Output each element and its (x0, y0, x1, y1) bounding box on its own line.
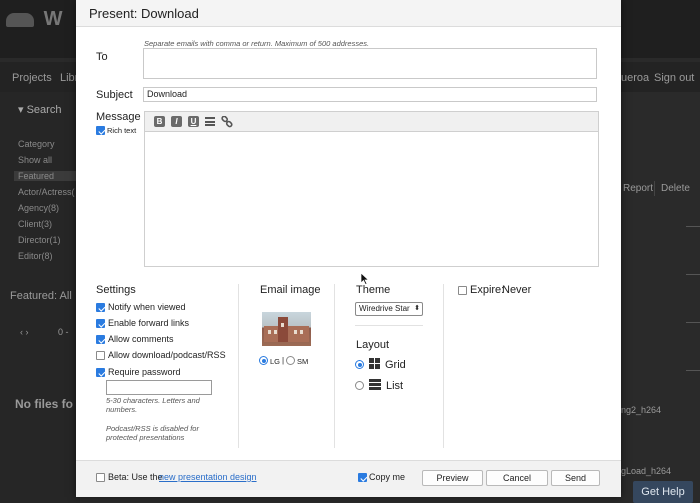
image-size-sm-radio[interactable] (286, 356, 295, 365)
modal-header: Present: Download (76, 0, 621, 27)
to-hint: Separate emails with comma or return. Ma… (144, 39, 370, 48)
email-image-thumbnail[interactable] (262, 312, 311, 346)
forward-links-checkbox[interactable] (96, 319, 105, 328)
image-size-separator: | (282, 356, 285, 365)
image-size-lg-radio[interactable] (259, 356, 268, 365)
layout-heading: Layout (356, 339, 390, 351)
settings-heading: Settings (96, 284, 136, 296)
category-client[interactable]: Client(3) (18, 219, 52, 229)
modal-title: Present: Download (89, 6, 199, 21)
section-divider (443, 284, 444, 448)
rich-text-checkbox[interactable] (96, 126, 105, 135)
image-size-sm-label: SM (297, 357, 309, 366)
row-divider (686, 322, 700, 323)
to-field[interactable] (143, 48, 597, 79)
copy-me-label: Copy me (369, 472, 406, 482)
theme-heading: Theme (356, 284, 391, 296)
editor-toolbar: B I U (144, 111, 599, 132)
row-divider (686, 226, 700, 227)
layout-list-label: List (386, 380, 404, 392)
layout-grid-radio[interactable] (355, 360, 364, 369)
notify-label: Notify when viewed (108, 302, 186, 312)
comments-label: Allow comments (108, 334, 174, 344)
get-help-button[interactable]: Get Help (633, 481, 693, 503)
theme-divider (355, 325, 423, 326)
grid-icon (369, 358, 380, 369)
no-files-message: No files fo (15, 397, 74, 411)
bold-button[interactable]: B (154, 116, 165, 127)
to-label: To (96, 51, 108, 63)
subject-label: Subject (96, 89, 133, 101)
theme-select[interactable]: Wiredrive Star ⬍ (355, 302, 423, 316)
list-icon (369, 379, 381, 390)
category-featured[interactable]: Featured (14, 171, 80, 181)
download-checkbox[interactable] (96, 351, 105, 360)
layout-grid-label: Grid (385, 359, 406, 371)
message-label: Message (96, 111, 141, 123)
cancel-button[interactable]: Cancel (486, 470, 548, 486)
section-divider (334, 284, 335, 448)
italic-button[interactable]: I (171, 116, 182, 127)
search-toggle[interactable]: ▾ Search (18, 103, 61, 116)
preview-button[interactable]: Preview (422, 470, 483, 486)
mouse-cursor-icon (360, 272, 370, 285)
pager-range: 0 - (58, 327, 69, 337)
expire-value: Never (502, 284, 532, 296)
subject-value: Download (147, 89, 188, 99)
copy-me-checkbox[interactable] (358, 473, 367, 482)
image-size-lg-label: LG (270, 357, 281, 366)
expire-label: Expire: (470, 284, 505, 296)
link-icon[interactable] (221, 115, 233, 128)
beta-text: Beta: Use the (108, 472, 163, 482)
new-design-link[interactable]: new presentation design (159, 472, 257, 482)
featured-heading: Featured: All (10, 290, 72, 302)
download-label: Allow download/podcast/RSS (108, 350, 226, 360)
section-divider (238, 284, 239, 448)
password-input[interactable] (106, 380, 212, 395)
send-button[interactable]: Send (551, 470, 600, 486)
present-modal: Present: Download To Separate emails wit… (76, 0, 621, 497)
notify-checkbox[interactable] (96, 303, 105, 312)
podcast-hint: Podcast/RSS is disabled for protected pr… (106, 424, 199, 442)
password-checkbox[interactable] (96, 368, 105, 377)
comments-checkbox[interactable] (96, 335, 105, 344)
category-actor[interactable]: Actor/Actress( (18, 187, 75, 197)
rich-text-label: Rich text (107, 126, 137, 135)
row-divider (686, 370, 700, 371)
file-name[interactable]: ng2_h264 (621, 405, 661, 415)
forward-links-label: Enable forward links (108, 318, 190, 328)
message-editor[interactable] (144, 132, 599, 267)
email-image-heading: Email image (260, 284, 321, 296)
beta-checkbox[interactable] (96, 473, 105, 482)
category-label: Category (18, 139, 55, 149)
layout-list-radio[interactable] (355, 381, 364, 390)
pager-arrows[interactable]: ‹ › (20, 327, 29, 337)
nav-user[interactable]: ueroa (621, 72, 649, 84)
row-divider (686, 274, 700, 275)
file-name[interactable]: gLoad_h264 (621, 466, 671, 476)
app-logo: W (6, 8, 76, 36)
report-button[interactable]: Report (616, 181, 659, 196)
list-icon[interactable] (205, 117, 215, 126)
subject-field[interactable]: Download (143, 87, 597, 102)
category-show-all[interactable]: Show all (18, 155, 52, 165)
category-editor[interactable]: Editor(8) (18, 251, 53, 261)
expire-checkbox[interactable] (458, 286, 467, 295)
password-hint: 5-30 characters. Letters and numbers. (106, 396, 200, 414)
password-label: Require password (108, 367, 181, 377)
underline-button[interactable]: U (188, 116, 199, 127)
select-arrows-icon: ⬍ (414, 305, 420, 312)
delete-button[interactable]: Delete (654, 181, 696, 196)
cloud-icon (6, 12, 34, 27)
category-director[interactable]: Director(1) (18, 235, 61, 245)
nav-projects[interactable]: Projects (12, 72, 52, 84)
category-agency[interactable]: Agency(8) (18, 203, 59, 213)
nav-sign-out[interactable]: Sign out (654, 72, 694, 84)
